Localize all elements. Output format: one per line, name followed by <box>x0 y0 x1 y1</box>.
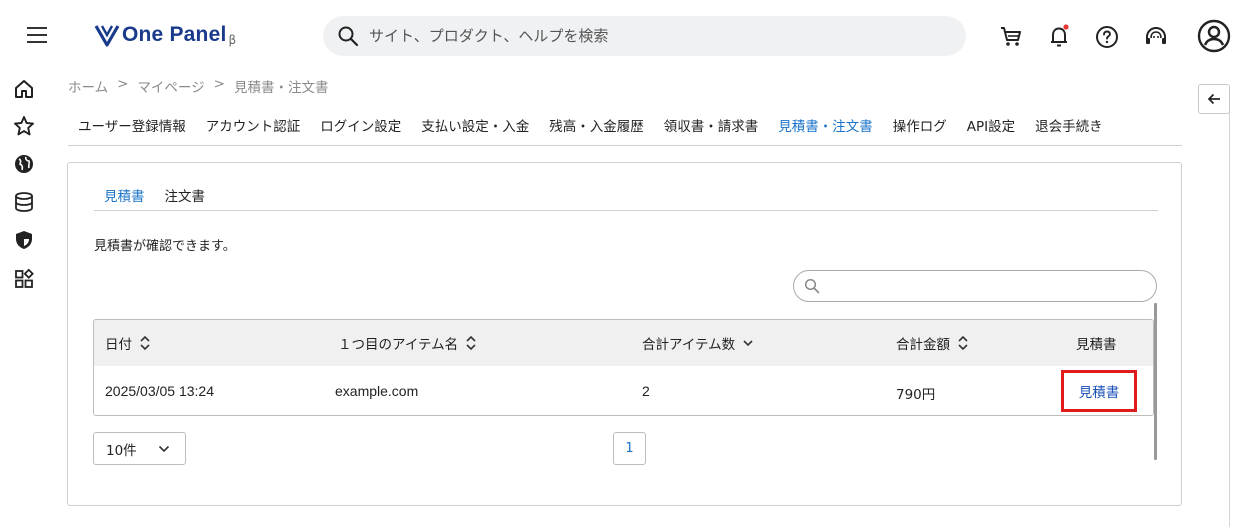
hamburger-menu-icon[interactable] <box>24 22 52 50</box>
headset-icon[interactable] <box>1143 24 1169 50</box>
logo-beta: β <box>228 33 237 47</box>
logo[interactable]: One Panel β <box>94 20 236 50</box>
database-icon[interactable] <box>13 191 35 213</box>
home-icon[interactable] <box>13 78 35 100</box>
sort-updown-icon[interactable] <box>956 334 970 352</box>
cell-first-item: example.com <box>335 383 419 399</box>
scrollbar[interactable] <box>1154 303 1157 460</box>
tab-quotes-orders[interactable]: 見積書・注文書 <box>768 116 883 140</box>
tab-receipts-invoices[interactable]: 領収書・請求書 <box>654 116 769 140</box>
breadcrumb-separator: > <box>117 76 129 92</box>
column-date-label: 日付 <box>105 337 132 353</box>
mypage-tabs: ユーザー登録情報 アカウント認証 ログイン設定 支払い設定・入金 残高・入金履歴… <box>68 116 1182 146</box>
tab-user-registration[interactable]: ユーザー登録情報 <box>68 116 196 140</box>
sort-updown-icon[interactable] <box>464 334 478 352</box>
column-first-item-label: １つ目のアイテム名 <box>338 337 459 353</box>
column-first-item[interactable]: １つ目のアイテム名 <box>338 333 478 353</box>
shield-icon[interactable] <box>13 229 35 251</box>
right-panel-divider <box>1229 100 1230 527</box>
table-header: 日付 １つ目のアイテム名 合計アイテム数 合計金額 見積書 <box>94 320 1153 366</box>
tab-withdrawal[interactable]: 退会手続き <box>1025 116 1113 140</box>
apps-grid-icon[interactable] <box>13 268 35 290</box>
column-quote: 見積書 <box>1076 333 1117 353</box>
account-circle-icon[interactable] <box>1197 19 1231 53</box>
search-icon <box>338 26 359 47</box>
breadcrumb-separator: > <box>213 76 225 92</box>
globe-icon[interactable] <box>13 153 35 175</box>
table-row: 2025/03/05 13:24 example.com 2 790円 見積書 <box>94 366 1153 415</box>
breadcrumb-current: 見積書・注文書 <box>233 80 329 96</box>
quote-order-subtabs: 見積書 注文書 <box>94 185 1158 211</box>
column-total-amount[interactable]: 合計金額 <box>896 333 970 353</box>
tab-api-settings[interactable]: API設定 <box>957 116 1025 140</box>
tab-payment-settings[interactable]: 支払い設定・入金 <box>411 116 539 140</box>
collapse-panel-button[interactable] <box>1198 84 1230 114</box>
cell-item-count: 2 <box>642 383 650 399</box>
page-button-current[interactable]: 1 <box>613 432 646 465</box>
quotes-table: 日付 １つ目のアイテム名 合計アイテム数 合計金額 見積書 2025/03/05… <box>93 319 1154 416</box>
tab-login-settings[interactable]: ログイン設定 <box>310 116 411 140</box>
breadcrumb-home[interactable]: ホーム <box>68 76 108 96</box>
logo-mark-icon <box>94 25 120 47</box>
view-quote-link[interactable]: 見積書 <box>1061 370 1137 412</box>
cell-date: 2025/03/05 13:24 <box>105 383 214 399</box>
top-bar: One Panel β <box>0 0 1250 72</box>
notification-dot <box>1063 24 1069 30</box>
subtab-quotes[interactable]: 見積書 <box>94 185 155 210</box>
bell-icon[interactable] <box>1046 23 1072 49</box>
sort-updown-icon[interactable] <box>138 334 152 352</box>
global-search-input[interactable] <box>369 27 929 45</box>
chevron-down-icon <box>158 445 170 453</box>
global-search[interactable] <box>323 16 966 56</box>
cart-icon[interactable] <box>998 23 1024 49</box>
tab-account-auth[interactable]: アカウント認証 <box>196 116 311 140</box>
help-circle-icon[interactable] <box>1094 24 1120 50</box>
table-search-input[interactable] <box>828 278 1138 294</box>
quotes-panel: 見積書 注文書 見積書が確認できます。 日付 １つ目のアイテム名 合計アイテム数… <box>67 162 1182 506</box>
column-date[interactable]: 日付 <box>105 333 152 353</box>
search-icon <box>804 278 820 294</box>
logo-text: One Panel <box>122 23 227 46</box>
cell-total-amount: 790円 <box>896 387 936 403</box>
breadcrumb: ホーム > マイページ > 見積書・注文書 <box>68 76 328 96</box>
column-total-amount-label: 合計金額 <box>896 337 950 353</box>
column-item-count-label: 合計アイテム数 <box>642 337 736 353</box>
tab-balance-history[interactable]: 残高・入金履歴 <box>539 116 654 140</box>
per-page-select[interactable]: 10件 <box>93 432 186 465</box>
star-icon[interactable] <box>13 115 35 137</box>
subtab-orders[interactable]: 注文書 <box>155 185 216 210</box>
view-quote-link-label: 見積書 <box>1078 385 1120 401</box>
column-quote-label: 見積書 <box>1076 337 1117 353</box>
column-item-count[interactable]: 合計アイテム数 <box>642 333 755 353</box>
tab-operation-log[interactable]: 操作ログ <box>883 116 957 140</box>
breadcrumb-mypage[interactable]: マイページ <box>137 76 204 96</box>
sort-down-icon[interactable] <box>741 334 755 352</box>
per-page-value: 10件 <box>106 442 137 459</box>
table-search[interactable] <box>793 270 1157 302</box>
arrow-left-icon <box>1207 93 1220 105</box>
panel-description: 見積書が確認できます。 <box>94 239 236 254</box>
